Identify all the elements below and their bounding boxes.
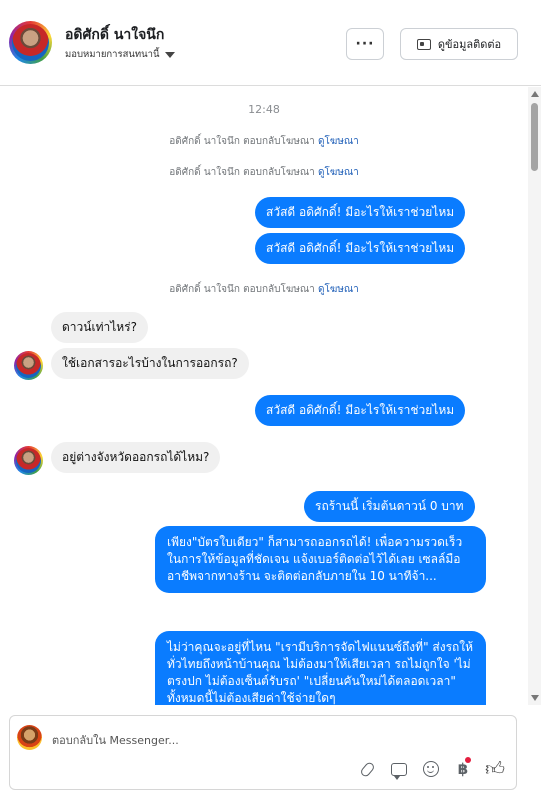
notification-dot	[465, 757, 472, 763]
message-composer: ตอบกลับใน Messenger... ฿ 👍︎	[0, 705, 541, 792]
view-ad-link[interactable]: ดูโฆษณา	[318, 167, 359, 178]
ad-reply-notice: อดิศักดิ์ นาใจนึก ตอบกลับโฆษณา ดูโฆษณา	[0, 282, 528, 297]
like-thumb-icon[interactable]: 👍︎	[484, 758, 506, 780]
reply-input-placeholder[interactable]: ตอบกลับใน Messenger...	[52, 731, 179, 749]
outgoing-message[interactable]: ไม่ว่าคุณจะอยู่ที่ไหน "เรามีบริการจัดไฟแ…	[155, 631, 486, 705]
message-thread[interactable]: 12:48 อดิศักดิ์ นาใจนึก ตอบกลับโฆษณา ดูโ…	[0, 87, 528, 705]
more-options-button[interactable]: ···	[346, 28, 384, 60]
message-timestamp: 12:48	[248, 103, 280, 116]
incoming-message[interactable]: ใช้เอกสารอะไรบ้างในการออกรถ?	[51, 348, 249, 379]
view-contact-label: ดูข้อมูลติดต่อ	[437, 38, 502, 51]
scroll-down-icon[interactable]	[531, 695, 539, 701]
contact-avatar-small	[14, 446, 43, 475]
outgoing-message[interactable]: รถร้านนี้ เริ่มต้นดาวน์ 0 บาท	[304, 491, 475, 522]
conversation-header: อดิศักดิ์ นาใจนึก มอบหมายการสนทนานี้ ···…	[0, 0, 541, 86]
assign-conversation-label: มอบหมายการสนทนานี้	[65, 49, 160, 60]
contact-avatar[interactable]	[9, 21, 52, 64]
ad-reply-notice: อดิศักดิ์ นาใจนึก ตอบกลับโฆษณา ดูโฆษณา	[0, 165, 528, 180]
outgoing-message[interactable]: สวัสดี อดิศักดิ์! มีอะไรให้เราช่วยไหม	[255, 233, 466, 264]
page-avatar	[17, 725, 42, 750]
view-ad-link[interactable]: ดูโฆษณา	[318, 284, 359, 295]
view-ad-link[interactable]: ดูโฆษณา	[318, 136, 359, 147]
contact-card-icon	[416, 38, 431, 50]
view-contact-button[interactable]: ดูข้อมูลติดต่อ	[400, 28, 518, 60]
more-options-label: ···	[355, 36, 375, 52]
emoji-icon[interactable]	[420, 758, 442, 780]
outgoing-message[interactable]: สวัสดี อดิศักดิ์! มีอะไรให้เราช่วยไหม	[255, 395, 466, 426]
paperclip-icon[interactable]	[356, 758, 378, 780]
thread-scrollbar[interactable]	[528, 87, 541, 705]
caret-down-icon	[164, 51, 175, 58]
outgoing-message[interactable]: สวัสดี อดิศักดิ์! มีอะไรให้เราช่วยไหม	[255, 197, 466, 228]
incoming-message[interactable]: อยู่ต่างจังหวัดออกรถได้ไหม?	[51, 442, 221, 473]
ad-reply-text: อดิศักดิ์ นาใจนึก ตอบกลับโฆษณา	[169, 284, 315, 295]
baht-payment-icon[interactable]: ฿	[452, 757, 474, 780]
contact-avatar-small	[14, 351, 43, 380]
ad-reply-notice: อดิศักดิ์ นาใจนึก ตอบกลับโฆษณา ดูโฆษณา	[0, 134, 528, 149]
assign-conversation-dropdown[interactable]: มอบหมายการสนทนานี้	[65, 47, 175, 62]
scroll-up-icon[interactable]	[531, 91, 539, 97]
ad-reply-text: อดิศักดิ์ นาใจนึก ตอบกลับโฆษณา	[169, 167, 315, 178]
contact-name[interactable]: อดิศักดิ์ นาใจนึก	[65, 24, 164, 46]
incoming-message[interactable]: ดาวน์เท่าไหร่?	[51, 312, 148, 343]
scroll-thumb[interactable]	[531, 103, 538, 171]
saved-reply-icon[interactable]	[388, 758, 410, 780]
outgoing-message[interactable]: เพียง"บัตรใบเดียว" ก็สามารถออกรถได้! เพื…	[155, 526, 486, 593]
ad-reply-text: อดิศักดิ์ นาใจนึก ตอบกลับโฆษณา	[169, 136, 315, 147]
